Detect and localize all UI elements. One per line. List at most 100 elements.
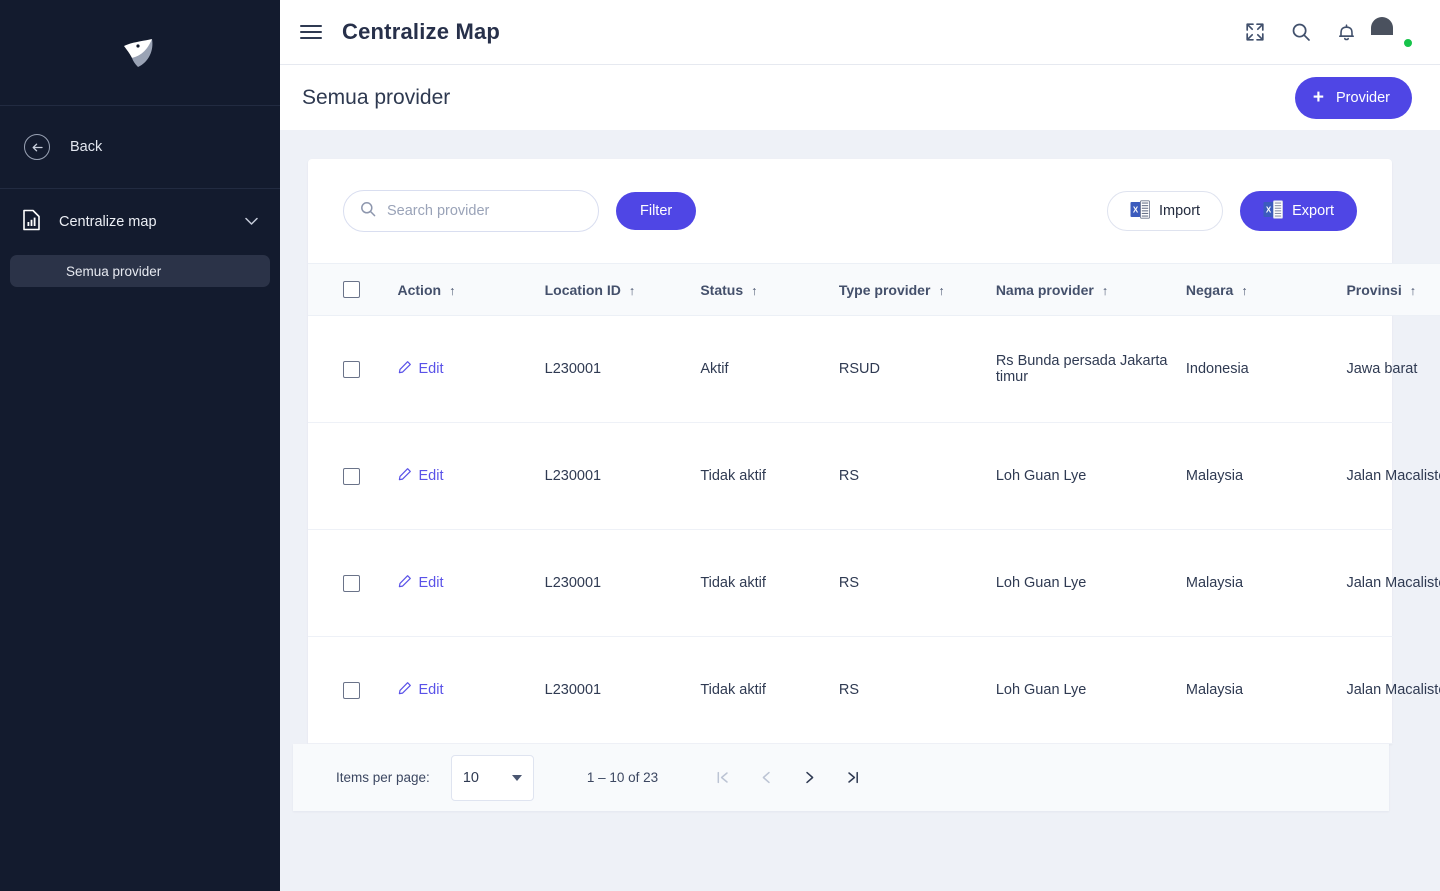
svg-text:X: X — [1133, 205, 1139, 214]
row-negara: Malaysia — [1186, 530, 1347, 637]
edit-button[interactable]: Edit — [398, 467, 444, 485]
import-button[interactable]: X — [1107, 191, 1223, 231]
row-location-id: L230001 — [545, 423, 701, 530]
page-header: Semua provider + Provider — [280, 65, 1440, 130]
pencil-icon — [398, 681, 412, 699]
row-provinsi: Jalan Macalister — [1346, 423, 1440, 530]
sidebar-back-label: Back — [70, 139, 102, 155]
pagination-range: 1 – 10 of 23 — [587, 770, 658, 785]
search-provider-box[interactable] — [343, 190, 599, 232]
row-type-provider: RS — [839, 423, 996, 530]
table-row[interactable]: Edit L230001 Aktif RSUD Rs Bunda persada… — [308, 316, 1440, 423]
last-page-icon[interactable] — [839, 765, 865, 791]
hamburger-icon[interactable] — [300, 25, 322, 38]
sidebar-logo[interactable] — [0, 0, 280, 106]
export-button[interactable]: X — [1240, 191, 1357, 231]
edit-button[interactable]: Edit — [398, 574, 444, 592]
column-label-type-provider: Type provider — [839, 282, 931, 298]
search-icon[interactable] — [1291, 22, 1311, 42]
row-provinsi: Jalan Macalister — [1346, 530, 1440, 637]
sidebar-back-button[interactable]: Back — [0, 106, 280, 189]
bell-icon[interactable] — [1337, 22, 1356, 42]
column-header-nama-provider[interactable]: Nama provider↑ — [996, 264, 1186, 316]
sidebar-item-semua-provider[interactable]: Semua provider — [10, 255, 270, 287]
import-label: Import — [1159, 203, 1200, 219]
row-select-cell — [308, 530, 398, 637]
items-per-page-select[interactable]: 10 — [451, 755, 534, 801]
app-title: Centralize Map — [342, 19, 500, 45]
edit-label: Edit — [419, 575, 444, 591]
table-toolbar: Filter X — [308, 159, 1392, 263]
main-area: Centralize Map — [280, 0, 1440, 891]
row-action-cell: Edit — [398, 530, 545, 637]
row-action-cell: Edit — [398, 316, 545, 423]
pencil-icon — [398, 467, 412, 485]
fullscreen-icon[interactable] — [1245, 22, 1265, 42]
column-header-location-id[interactable]: Location ID↑ — [545, 264, 701, 316]
edit-label: Edit — [419, 682, 444, 698]
row-negara: Malaysia — [1186, 637, 1347, 744]
table-row[interactable]: Edit L230001 Tidak aktif RS Loh Guan Lye… — [308, 423, 1440, 530]
prev-page-icon[interactable] — [753, 765, 779, 791]
add-provider-button[interactable]: + Provider — [1295, 77, 1412, 119]
edit-label: Edit — [419, 361, 444, 377]
column-header-provinsi[interactable]: Provinsi↑ — [1346, 264, 1440, 316]
column-label-status: Status — [700, 282, 743, 298]
sidebar-item-semua-provider-label: Semua provider — [66, 264, 161, 279]
row-negara: Indonesia — [1186, 316, 1347, 423]
sidebar-item-centralize-map-label: Centralize map — [59, 214, 227, 230]
sidebar-item-centralize-map[interactable]: Centralize map — [0, 189, 280, 255]
content-area: Filter X — [280, 130, 1440, 891]
chevron-down-icon[interactable] — [245, 213, 258, 231]
provider-table: Action↑ Location ID↑ Status↑ Type provid… — [308, 263, 1440, 744]
page-title: Semua provider — [302, 86, 450, 110]
items-per-page-value: 10 — [463, 770, 479, 786]
row-checkbox[interactable] — [343, 575, 360, 592]
row-checkbox[interactable] — [343, 468, 360, 485]
column-header-action[interactable]: Action ↑ — [398, 264, 545, 316]
table-row[interactable]: Edit L230001 Tidak aktif RS Loh Guan Lye… — [308, 637, 1440, 744]
row-action-cell: Edit — [398, 637, 545, 744]
select-all-checkbox[interactable] — [343, 281, 360, 298]
row-location-id: L230001 — [545, 530, 701, 637]
topbar: Centralize Map — [280, 0, 1440, 65]
row-location-id: L230001 — [545, 637, 701, 744]
column-header-negara[interactable]: Negara↑ — [1186, 264, 1347, 316]
row-select-cell — [308, 316, 398, 423]
sort-asc-arrow: ↑ — [1102, 284, 1108, 298]
svg-text:X: X — [1266, 205, 1272, 214]
avatar[interactable] — [1382, 17, 1412, 47]
search-input[interactable] — [387, 203, 582, 219]
edit-button[interactable]: Edit — [398, 681, 444, 699]
export-label: Export — [1292, 203, 1334, 219]
column-label-action: Action — [398, 282, 442, 298]
row-type-provider: RS — [839, 637, 996, 744]
column-header-type-provider[interactable]: Type provider ↑ — [839, 264, 996, 316]
provider-card: Filter X — [308, 159, 1392, 744]
sort-asc-arrow: ↑ — [938, 284, 944, 298]
row-select-cell — [308, 423, 398, 530]
table-header-row: Action↑ Location ID↑ Status↑ Type provid… — [308, 264, 1440, 316]
table-row[interactable]: Edit L230001 Tidak aktif RS Loh Guan Lye… — [308, 530, 1440, 637]
pagination-buttons — [710, 765, 865, 791]
row-status: Tidak aktif — [700, 530, 839, 637]
first-page-icon[interactable] — [710, 765, 736, 791]
status-badge — [1403, 38, 1413, 48]
row-checkbox[interactable] — [343, 361, 360, 378]
excel-file-icon: X — [1130, 200, 1150, 223]
row-provinsi: Jawa barat — [1346, 316, 1440, 423]
row-nama-provider: Rs Bunda persada Jakarta timur — [996, 316, 1186, 423]
sort-asc-arrow: ↑ — [449, 284, 455, 298]
filter-button[interactable]: Filter — [616, 192, 696, 230]
pencil-icon — [398, 360, 412, 378]
excel-file-icon: X — [1263, 200, 1283, 223]
row-checkbox[interactable] — [343, 682, 360, 699]
select-all-header — [308, 264, 398, 316]
items-per-page-label: Items per page: — [336, 770, 430, 785]
column-header-status[interactable]: Status↑ — [700, 264, 839, 316]
search-icon — [360, 201, 376, 222]
app-root: Back Centralize map Semua provider — [0, 0, 1440, 891]
row-negara: Malaysia — [1186, 423, 1347, 530]
edit-button[interactable]: Edit — [398, 360, 444, 378]
next-page-icon[interactable] — [796, 765, 822, 791]
